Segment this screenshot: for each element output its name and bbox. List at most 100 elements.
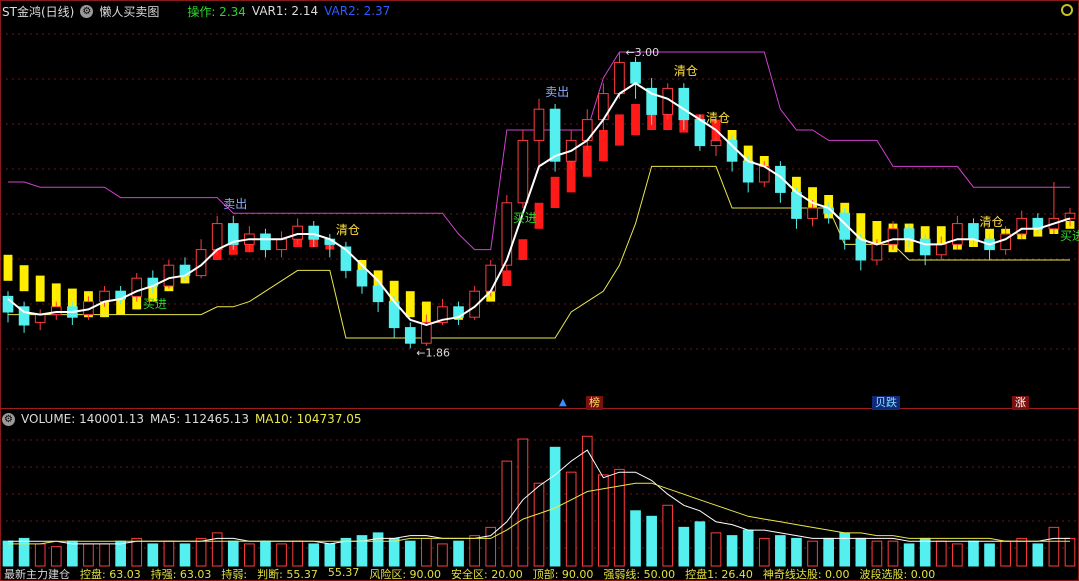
volume-bar [1048,526,1060,567]
candle-body [163,264,175,287]
volume-bar [903,543,915,567]
signal-label: 清仓 [980,215,1004,229]
candle-body [34,314,46,323]
volume-bar [871,540,883,567]
volume-bar [630,510,641,567]
signal-label: 买进 [143,297,167,311]
signal-label: 买进 [1060,229,1079,243]
volume-bar [147,543,159,567]
volume-bar [179,543,191,567]
volume-bar [855,537,867,567]
volume-bar [710,532,722,567]
ribbon-bar [518,239,528,260]
volume-bar [742,529,754,567]
candle-body [919,238,931,256]
candle-body [791,191,802,219]
volume-bar [131,537,143,567]
signal-label: 清仓 [674,64,698,78]
volume-bar [662,504,674,567]
candle-body [485,264,497,292]
volume-bar [260,540,271,567]
ribbon-bar [615,114,624,146]
ribbon-bar [550,176,560,208]
volume-bar [292,540,303,567]
bang-tag: 榜 [586,396,603,410]
volume-bar [2,540,14,567]
price-chart: ←3.00←1.86买进卖出清仓买进卖出清仓清仓清仓买进 [0,33,1079,567]
volume-bar [453,540,464,567]
bottom-bar-item: 顶部: 90.00 [532,568,594,581]
ma10-value: MA10: 104737.05 [254,412,362,426]
volume-bar [758,537,770,567]
volume-bar [469,535,480,567]
volume-bar [919,537,931,567]
volume-gear-icon[interactable]: ⚙ [2,412,15,426]
volume-header: ⚙ VOLUME: 140001.13 MA5: 112465.13 MA10:… [2,411,362,427]
volume-value: VOLUME: 140001.13 [21,412,144,426]
candle-body [807,207,818,219]
volume-bar [244,543,255,567]
volume-bar [694,521,706,567]
bottom-bar-item: 控盘1: 26.40 [685,568,753,581]
volume-bar [437,543,448,567]
volume-bar [935,540,947,567]
candle-body [887,228,899,245]
volume-bar [67,540,78,567]
volume-bar [807,540,818,567]
panel-divider [0,408,1079,409]
volume-bar [517,438,529,567]
low-price-label: ←1.86 [416,346,450,359]
volume-bar [372,532,384,567]
candle-body [356,269,368,287]
volume-bar [1016,537,1028,567]
bottom-bar-item: 判断: 55.37 [257,568,318,581]
volume-bar [887,540,899,567]
zhang-tag: 涨 [1012,396,1029,410]
volume-bar [34,543,46,567]
bottom-bar-item: 强弱线: 50.00 [603,568,676,581]
volume-bar [163,540,175,567]
candle-body [404,327,416,344]
high-price-label: ←3.00 [625,46,659,59]
volume-bar [791,537,802,567]
volume-bar [50,546,62,567]
candle-body [308,225,320,240]
candle-body [630,61,641,84]
signal-label: 卖出 [545,85,569,99]
candle-body [694,119,706,147]
candle-body [871,243,883,261]
candle-body [742,160,754,183]
volume-bar [533,482,545,567]
candle-body [501,202,513,266]
signal-label: 清仓 [706,111,730,125]
ribbon-bar [19,265,29,292]
volume-bar [83,543,94,567]
candle-body [855,238,867,261]
candle-body [292,225,303,240]
volume-bar [308,543,320,567]
volume-bar [1000,540,1011,567]
volume-bar [99,543,110,567]
candle-body [903,228,915,240]
volume-bar [968,540,979,567]
volume-bar [227,540,239,567]
jidie-tag: 贝跌 [872,396,900,410]
volume-bar [775,535,786,567]
candle-body [935,243,947,256]
ribbon-bar [35,275,45,302]
signal-label: 卖出 [223,197,247,211]
candle-body [1064,212,1076,219]
volume-bar [421,537,432,567]
candle-body [549,108,561,162]
ribbon-bar [598,130,608,162]
volume-bar [614,468,625,567]
bottom-bar-item: 持弱: [221,568,248,581]
ribbon-bar [405,291,415,318]
bottom-bar-item: 55.37 [327,566,360,579]
volume-bar [952,543,963,567]
bottom-bar-item: 风险区: 90.00 [369,568,442,581]
candle-body [614,61,625,95]
arrow-marker: ▲ [559,397,567,408]
ribbon-bar [3,254,13,281]
volume-bar [678,526,690,567]
